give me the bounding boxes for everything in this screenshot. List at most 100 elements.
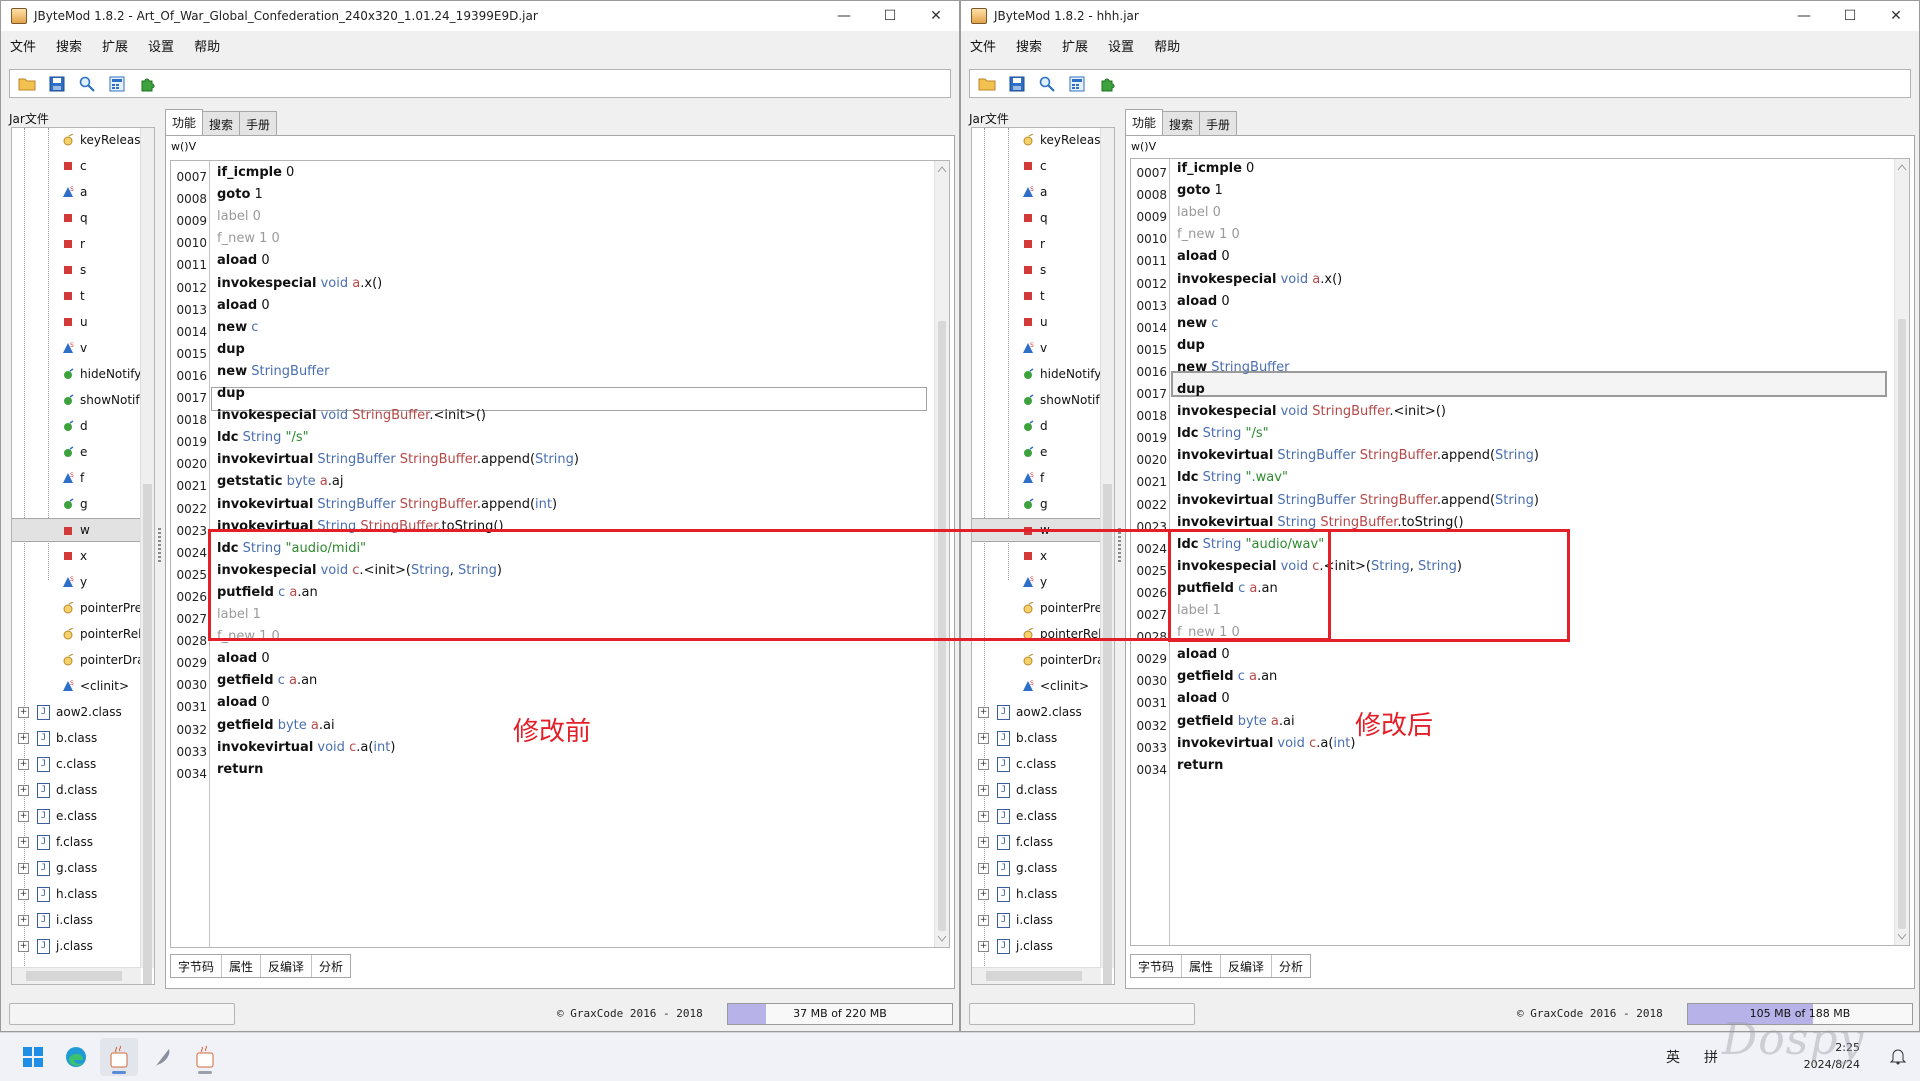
menu-file[interactable]: 文件 [961,36,1007,55]
tree-member-field[interactable]: Sy [12,570,140,594]
edge-icon[interactable] [57,1038,95,1076]
tree-member-field[interactable]: Sv [972,336,1100,360]
tree-member-method[interactable]: e [972,440,1100,464]
expand-icon[interactable]: + [978,888,989,900]
bytecode-line[interactable]: 0034 return [1131,755,1893,782]
java-icon[interactable] [100,1038,138,1076]
tree-member-method[interactable]: keyReleas [12,128,141,152]
plugin-icon[interactable] [1096,73,1118,95]
tree-class[interactable]: + Jb.class [12,726,140,750]
tree-member-method[interactable]: d [12,414,140,438]
tab-manual[interactable]: 手册 [239,111,278,136]
tab-bytecode[interactable]: 字节码 [1131,955,1183,977]
menu-extensions[interactable]: 扩展 [1053,36,1099,55]
maximize-button[interactable]: ☐ [1827,1,1873,31]
tree-member-field[interactable]: Sa [12,180,140,204]
tree-member-field[interactable]: s [12,258,140,282]
tab-decompile[interactable]: 反编译 [261,955,313,977]
expand-icon[interactable]: + [18,862,29,874]
menu-search[interactable]: 搜索 [47,36,93,55]
tree-member-method[interactable]: pointerRel [12,622,141,646]
tree-member-field[interactable]: r [12,232,140,256]
tree-class[interactable]: + Jd.class [972,778,1100,802]
tree-member-method[interactable]: d [972,414,1100,438]
tree-member-field[interactable]: u [972,310,1100,334]
tab-attributes[interactable]: 属性 [222,955,262,977]
menu-help[interactable]: 帮助 [1145,36,1191,55]
tree-class[interactable]: + Je.class [12,804,140,828]
tree-member-field[interactable]: x [12,544,140,568]
menu-settings[interactable]: 设置 [139,36,185,55]
tree-member-method[interactable]: pointerDra [12,648,144,672]
tree-member-field[interactable]: c [972,154,1100,178]
tree-class[interactable]: + Jg.class [972,856,1100,880]
tree-horizontal-scrollbar[interactable] [972,967,1101,984]
expand-icon[interactable]: + [978,706,989,718]
tab-analysis[interactable]: 分析 [1272,955,1310,977]
tree-class[interactable]: + Je.class [972,804,1100,828]
java-icon[interactable] [186,1038,224,1076]
tree-member-field[interactable]: Sv [12,336,140,360]
tree-class[interactable]: + Jaow2.class [972,700,1100,724]
expand-icon[interactable]: + [18,914,29,926]
ime-mode[interactable]: 拼 [1704,1047,1718,1067]
tree-class[interactable]: + Jb.class [972,726,1100,750]
tree-member-method[interactable]: pointerPre [12,596,142,620]
tree-class[interactable]: + Ji.class [12,908,140,932]
vertical-scrollbar[interactable] [1894,159,1909,945]
tree-member-field[interactable]: Sf [12,466,140,490]
tree-member-method[interactable]: pointerDra [972,648,1104,672]
expand-icon[interactable]: + [978,836,989,848]
tab-bytecode[interactable]: 字节码 [171,955,223,977]
tab-function[interactable]: 功能 [1125,109,1164,135]
expand-icon[interactable]: + [18,784,29,796]
menu-extensions[interactable]: 扩展 [93,36,139,55]
scroll-thumb[interactable] [1898,319,1906,929]
expand-icon[interactable]: + [978,862,989,874]
ime-language[interactable]: 英 [1666,1047,1680,1067]
tree-class[interactable]: + Jf.class [12,830,140,854]
tree-member-field[interactable]: u [12,310,140,334]
expand-icon[interactable]: + [18,732,29,744]
tab-search[interactable]: 搜索 [1162,111,1201,136]
tree-member-method[interactable]: showNotif [972,388,1100,412]
tree-member-method[interactable]: e [12,440,140,464]
tab-search[interactable]: 搜索 [202,111,241,136]
windows-start-icon[interactable] [14,1038,52,1076]
tree-class[interactable]: + Jaow2.class [12,700,140,724]
tree-member-field[interactable]: S <clinit> [12,674,140,698]
tree-class[interactable]: + Jf.class [972,830,1100,854]
tree-member-field[interactable]: q [972,206,1100,230]
tree-member-field[interactable]: Sa [972,180,1100,204]
tree-member-method[interactable]: keyReleas [972,128,1101,152]
calculator-icon[interactable] [106,73,128,95]
save-icon[interactable] [1006,73,1028,95]
tree-class[interactable]: + Jg.class [12,856,140,880]
tree-member-field[interactable]: t [972,284,1100,308]
tree-member-field[interactable]: c [12,154,140,178]
tree-class[interactable]: + Jh.class [12,882,140,906]
tree-member-method[interactable]: g [12,492,140,516]
tree-class[interactable]: + Jj.class [12,934,140,958]
expand-icon[interactable]: + [978,940,989,952]
tab-function[interactable]: 功能 [165,109,204,135]
menu-help[interactable]: 帮助 [185,36,231,55]
menu-file[interactable]: 文件 [1,36,47,55]
tree-horizontal-scrollbar[interactable] [12,967,141,984]
tree-class[interactable]: + Jj.class [972,934,1100,958]
tab-attributes[interactable]: 属性 [1182,955,1222,977]
expand-icon[interactable]: + [978,784,989,796]
tree-member-method[interactable]: hideNotify [972,362,1101,386]
close-button[interactable]: ✕ [913,1,959,31]
calculator-icon[interactable] [1066,73,1088,95]
feather-icon[interactable] [143,1038,181,1076]
bytecode-line[interactable]: 0034 return [171,759,933,786]
tree-class[interactable]: + Ji.class [972,908,1100,932]
tree-member-method[interactable]: showNotif [12,388,140,412]
minimize-button[interactable]: — [1781,1,1827,31]
tab-analysis[interactable]: 分析 [312,955,350,977]
expand-icon[interactable]: + [978,732,989,744]
tree-class[interactable]: + Jh.class [972,882,1100,906]
tree-class[interactable]: + Jc.class [972,752,1100,776]
tree-vertical-scrollbar[interactable] [140,128,154,984]
